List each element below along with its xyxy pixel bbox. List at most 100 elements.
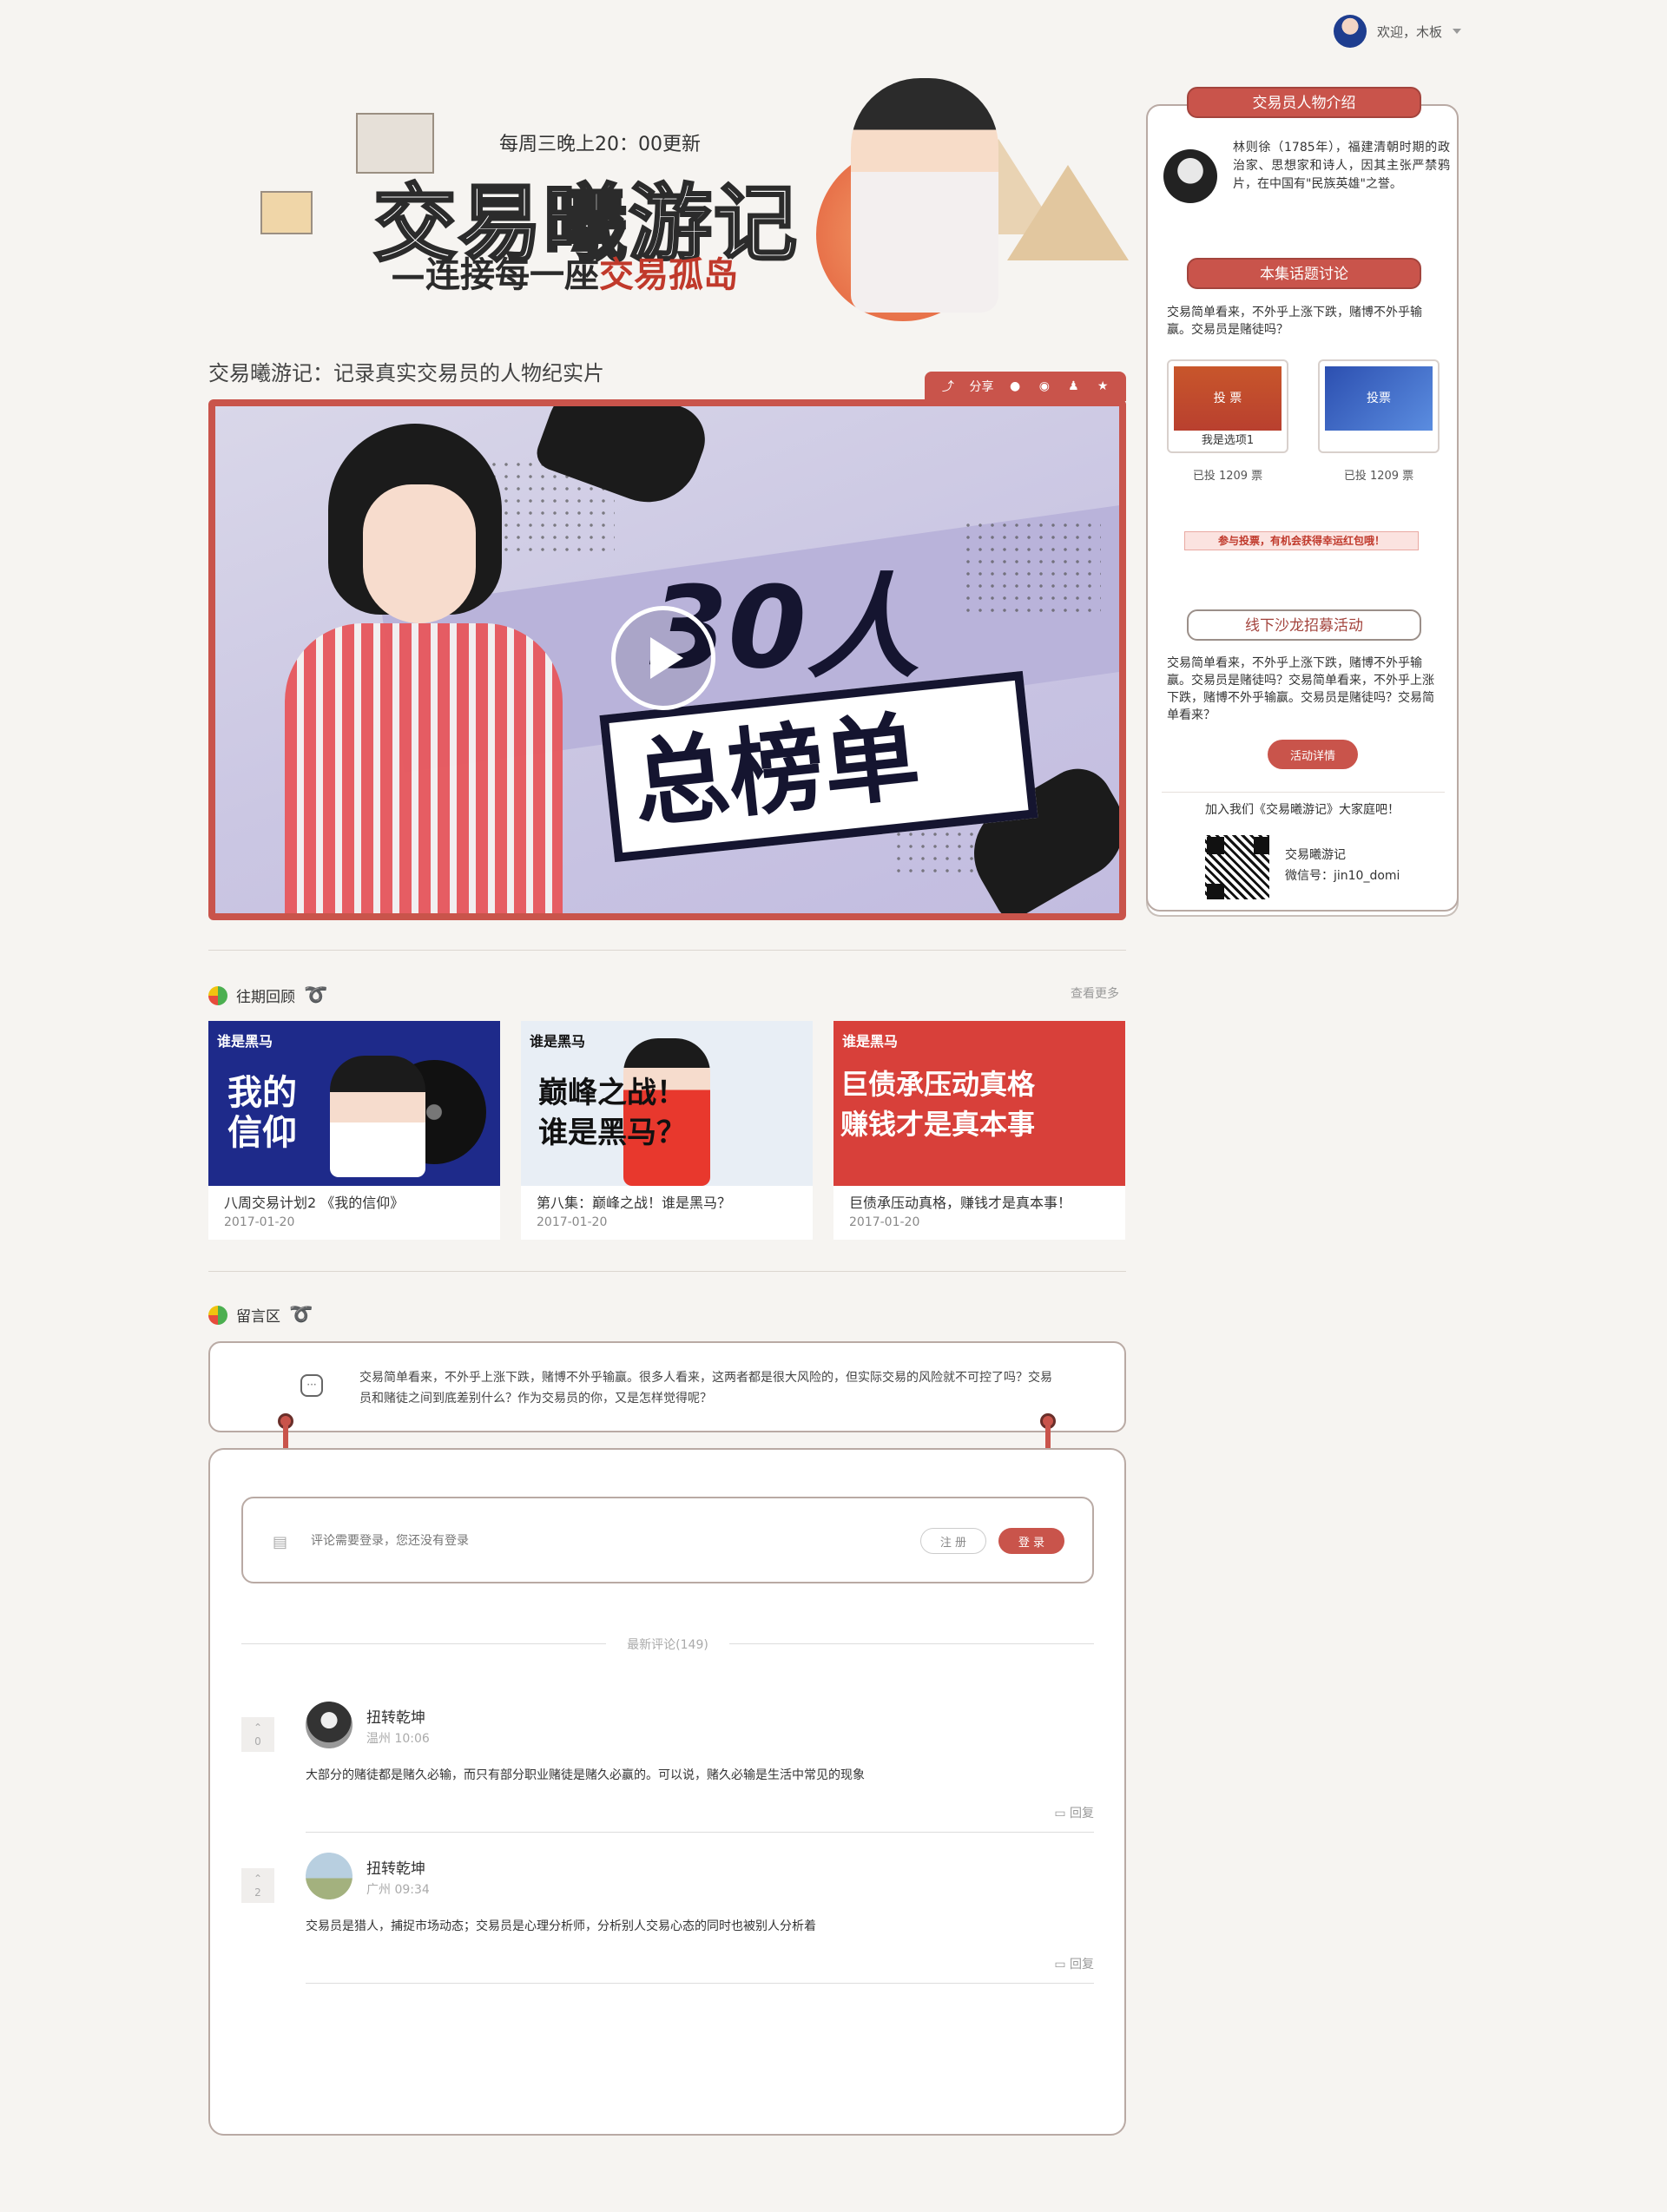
comments-panel: ▤ 注 册 登 录 最新评论(149) ⌃0 扭转乾坤 温州 10:06 大部分… xyxy=(208,1448,1126,2136)
event-detail-button[interactable]: 活动详情 xyxy=(1268,740,1358,769)
dot-pattern xyxy=(962,519,1101,615)
register-button[interactable]: 注 册 xyxy=(920,1528,986,1554)
comments-section-header: 留言区 ➰ xyxy=(208,1304,313,1326)
episode-thumbnail[interactable]: 谁是黑马 巅峰之战！ 谁是黑马？ xyxy=(521,1021,813,1186)
comment-icon: ▤ xyxy=(273,1533,288,1551)
divider xyxy=(208,950,1126,951)
past-section-title: 往期回顾 xyxy=(236,989,295,1006)
qq-icon[interactable]: ♟ xyxy=(1065,379,1081,394)
upvote-button[interactable]: ⌃ 0 xyxy=(241,1717,274,1752)
vote-option-label[interactable]: 我是选项1 xyxy=(1169,431,1287,447)
vote-option-image[interactable]: 投票 xyxy=(1325,366,1433,431)
upvote-arrow-icon[interactable]: ⌃ xyxy=(254,1873,262,1885)
vote-count: 已投 1209 票 xyxy=(1343,470,1414,483)
host-face xyxy=(363,484,476,623)
play-button[interactable] xyxy=(611,606,715,710)
discussion-question: ··· 交易简单看来，不外乎上涨下跌，赌博不外乎输赢。很多人看来，这两者都是很大… xyxy=(208,1341,1126,1432)
chevron-down-icon[interactable] xyxy=(1453,29,1462,34)
user-menu[interactable]: 欢迎，木板 xyxy=(1334,14,1462,49)
weibo-icon[interactable]: ◉ xyxy=(1037,379,1052,394)
banner-update-note: 每周三晚上20：00更新 xyxy=(499,134,701,155)
comment-item: ⌃ 0 扭转乾坤 温州 10:06 大部分的赌徒都是赌久必输，而只有部分职业赌徒是… xyxy=(241,1702,1094,1849)
comment-meta: 温州 10:06 xyxy=(366,1732,430,1746)
share-icon[interactable]: ⤴ xyxy=(940,379,956,394)
chat-icon: ··· xyxy=(300,1374,323,1397)
page-title: 交易曦游记：记录真实交易员的人物纪实片 xyxy=(208,361,604,385)
reply-button[interactable]: ▭ 回复 xyxy=(1054,1804,1094,1821)
episode-card[interactable]: 谁是黑马 巅峰之战！ 谁是黑马？ 第八集：巅峰之战！谁是黑马？ 2017-01-… xyxy=(521,1021,813,1240)
host-figure xyxy=(851,78,998,313)
upvote-arrow-icon[interactable]: ⌃ xyxy=(254,1722,262,1734)
user-avatar[interactable] xyxy=(1334,15,1367,48)
episode-title[interactable]: 第八集：巅峰之战！谁是黑马？ xyxy=(521,1186,813,1212)
login-button[interactable]: 登 录 xyxy=(998,1528,1064,1554)
upvote-button[interactable]: ⌃ 2 xyxy=(241,1868,274,1903)
vote-count: 0 xyxy=(254,1735,261,1748)
wechat-account-name: 交易曦游记 xyxy=(1285,848,1346,862)
host-shirt xyxy=(285,623,563,913)
trader-intro: 林则徐（1785年），福建清朝时期的政治家、思想家和诗人，因其主张严禁鸦片，在中… xyxy=(1233,141,1450,191)
thumb-headline: 我的信仰 xyxy=(227,1073,297,1153)
episode-thumbnail[interactable]: 谁是黑马 巨债承压动真格 赚钱才是真本事 xyxy=(834,1021,1125,1186)
comment-meta: 广州 09:34 xyxy=(366,1883,430,1897)
trader-avatar xyxy=(1163,149,1217,203)
reply-icon[interactable]: ▭ xyxy=(1054,1807,1070,1820)
avatar[interactable] xyxy=(306,1702,353,1748)
divider xyxy=(306,1983,1094,1984)
topic-title: 本集话题讨论 xyxy=(1187,258,1421,289)
salon-title: 线下沙龙招募活动 xyxy=(1187,609,1421,641)
more-link[interactable]: 查看更多 xyxy=(1071,984,1119,1002)
episode-title[interactable]: 巨债承压动真格，赚钱才是真本事！ xyxy=(834,1186,1125,1212)
episode-thumbnail[interactable]: 谁是黑马 我的信仰 xyxy=(208,1021,500,1186)
play-icon[interactable] xyxy=(650,637,683,679)
episode-card[interactable]: 谁是黑马 巨债承压动真格 赚钱才是真本事 巨债承压动真格，赚钱才是真本事！ 20… xyxy=(834,1021,1125,1240)
vote-option-1[interactable]: 投 票 我是选项1 xyxy=(1167,359,1288,453)
thumb-headline: 巨债承压动真格 赚钱才是真本事 xyxy=(840,1068,1036,1141)
swirl-arrow-icon: ➰ xyxy=(304,984,328,1006)
past-section-header: 往期回顾 ➰ xyxy=(208,984,327,1006)
comment-body: 交易员是猎人，捕捉市场动态；交易员是心理分析师，分析别人交易心态的同时也被别人分… xyxy=(306,1919,816,1933)
join-text: 加入我们《交易曦游记》大家庭吧！ xyxy=(1205,803,1400,817)
video-player[interactable]: 30人 总榜单 xyxy=(208,399,1126,920)
user-greeting[interactable]: 欢迎，木板 xyxy=(1377,23,1442,41)
episode-figure xyxy=(330,1056,425,1177)
thumb-headline: 巅峰之战！ 谁是黑马？ xyxy=(538,1076,686,1150)
reply-label[interactable]: 回复 xyxy=(1070,1958,1094,1972)
wechat-icon[interactable]: ● xyxy=(1007,379,1023,394)
leaf-icon xyxy=(208,1305,227,1325)
intro-title: 交易员人物介绍 xyxy=(1187,87,1421,118)
comment-body: 大部分的赌徒都是赌久必输，而只有部分职业赌徒是赌久必赢的。可以说，赌久必输是生活… xyxy=(306,1768,865,1782)
comment-input-box[interactable]: ▤ 注 册 登 录 xyxy=(241,1497,1094,1583)
episode-title[interactable]: 八周交易计划2 《我的信仰》 xyxy=(208,1186,500,1212)
reply-label[interactable]: 回复 xyxy=(1070,1807,1094,1820)
vote-option-2[interactable]: 投票 xyxy=(1318,359,1440,453)
divider xyxy=(208,1271,1126,1272)
comments-section-title: 留言区 xyxy=(236,1308,280,1326)
reply-button[interactable]: ▭ 回复 xyxy=(1054,1955,1094,1972)
lottery-text[interactable]: 参与投票，有机会获得幸运红包哦！ xyxy=(1184,531,1419,550)
swirl-arrow-icon: ➰ xyxy=(289,1304,313,1326)
vote-option-image[interactable]: 投 票 xyxy=(1174,366,1282,431)
avatar[interactable] xyxy=(306,1853,353,1899)
banner-slogan: —连接每一座交易孤岛 xyxy=(391,247,738,297)
thumb-brand: 谁是黑马 xyxy=(530,1033,586,1050)
episode-date: 2017-01-20 xyxy=(224,1215,295,1229)
reply-icon[interactable]: ▭ xyxy=(1054,1958,1070,1972)
episode-card[interactable]: 谁是黑马 我的信仰 八周交易计划2 《我的信仰》 2017-01-20 xyxy=(208,1021,500,1240)
share-label[interactable]: 分享 xyxy=(969,378,993,395)
star-icon[interactable]: ★ xyxy=(1095,379,1110,394)
commenter-name[interactable]: 扭转乾坤 xyxy=(366,1705,425,1727)
qr-code xyxy=(1203,833,1271,901)
episode-date: 2017-01-20 xyxy=(849,1215,920,1229)
money-stack-illustration xyxy=(260,191,313,234)
commenter-name[interactable]: 扭转乾坤 xyxy=(366,1856,425,1878)
thumb-brand: 谁是黑马 xyxy=(217,1033,273,1050)
thumb-brand: 谁是黑马 xyxy=(842,1033,899,1050)
latest-comments-label: 最新评论(149) xyxy=(241,1636,1094,1653)
vote-count: 已投 1209 票 xyxy=(1192,470,1263,483)
banner-slogan-accent: 交易孤岛 xyxy=(599,254,738,295)
episode-date: 2017-01-20 xyxy=(537,1215,608,1229)
lottery-banner[interactable]: 参与投票，有机会获得幸运红包哦！ xyxy=(1167,514,1443,566)
leaf-icon xyxy=(208,985,227,1005)
comment-input[interactable] xyxy=(311,1528,832,1554)
